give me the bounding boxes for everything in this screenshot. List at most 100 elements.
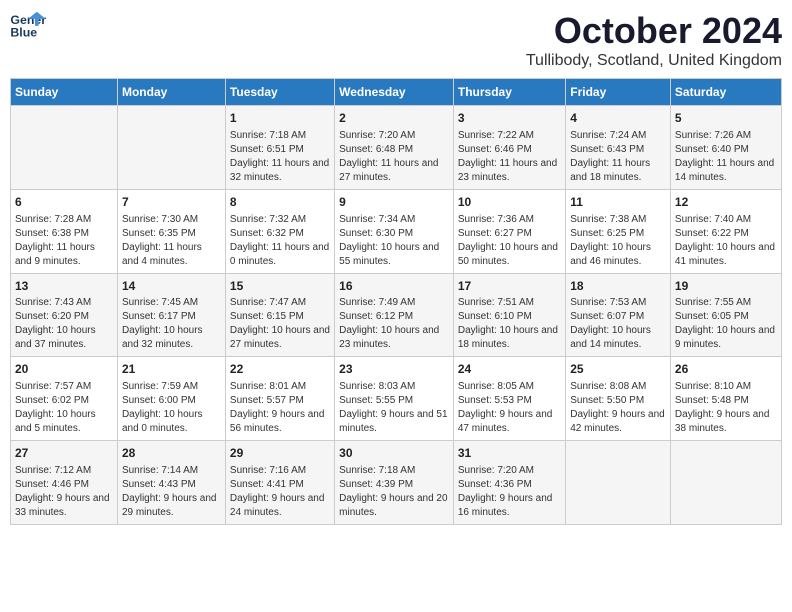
cell-content: Sunrise: 7:38 AMSunset: 6:25 PMDaylight:… [570,213,666,269]
calendar-cell: 4Sunrise: 7:24 AMSunset: 6:43 PMDaylight… [566,106,671,190]
cell-content: Sunrise: 7:18 AMSunset: 4:39 PMDaylight:… [339,464,449,520]
col-monday: Monday [117,79,225,106]
calendar-cell: 31 Sunrise: 7:20 AMSunset: 4:36 PMDayligh… [453,441,565,525]
cell-content: Sunrise: 7:20 AMSunset: 4:36 PMDaylight:… [458,464,561,520]
calendar-cell: 17Sunrise: 7:51 AMSunset: 6:10 PMDayligh… [453,273,565,357]
day-number: 25 [570,361,666,378]
day-number: 15 [230,278,330,295]
day-number: 28 [122,445,221,462]
cell-content: Sunrise: 7:28 AMSunset: 6:38 PMDaylight:… [15,213,113,269]
day-number: 1 [230,110,330,127]
calendar-cell: 27 Sunrise: 7:12 AMSunset: 4:46 PMDayligh… [11,441,118,525]
day-number: 5 [675,110,777,127]
title-area: October 2024 Tullibody, Scotland, United… [526,10,782,70]
day-number: 24 [458,361,561,378]
calendar-cell: 3 Sunrise: 7:22 AMSunset: 6:46 PMDaylight… [453,106,565,190]
calendar-cell: 2Sunrise: 7:20 AMSunset: 6:48 PMDaylight… [335,106,454,190]
cell-content: Sunrise: 7:34 AMSunset: 6:30 PMDaylight:… [339,213,449,269]
day-number: 22 [230,361,330,378]
cell-content: Sunrise: 7:45 AMSunset: 6:17 PMDaylight:… [122,296,221,352]
cell-content: Sunrise: 8:10 AMSunset: 5:48 PMDaylight:… [675,380,777,436]
week-row-3: 13Sunrise: 7:43 AMSunset: 6:20 PMDayligh… [11,273,782,357]
calendar-cell: 29 Sunrise: 7:16 AMSunset: 4:41 PMDayligh… [225,441,334,525]
day-number: 21 [122,361,221,378]
calendar-cell: 19Sunrise: 7:55 AMSunset: 6:05 PMDayligh… [670,273,781,357]
calendar-cell [117,106,225,190]
logo-icon: General Blue [10,10,46,40]
location-title: Tullibody, Scotland, United Kingdom [526,52,782,70]
cell-content: Sunrise: 7:32 AMSunset: 6:32 PMDaylight:… [230,213,330,269]
day-number: 6 [15,194,113,211]
calendar-cell: 11 Sunrise: 7:38 AMSunset: 6:25 PMDayligh… [566,189,671,273]
col-sunday: Sunday [11,79,118,106]
cell-content: Sunrise: 7:22 AMSunset: 6:46 PMDaylight:… [458,129,561,185]
cell-content: Sunrise: 8:03 AMSunset: 5:55 PMDaylight:… [339,380,449,436]
cell-content: Sunrise: 7:30 AMSunset: 6:35 PMDaylight:… [122,213,221,269]
col-saturday: Saturday [670,79,781,106]
day-number: 7 [122,194,221,211]
cell-content: Sunrise: 7:20 AMSunset: 6:48 PMDaylight:… [339,129,449,185]
day-number: 31 [458,445,561,462]
cell-content: Sunrise: 7:14 AMSunset: 4:43 PMDaylight:… [122,464,221,520]
calendar-cell: 18Sunrise: 7:53 AMSunset: 6:07 PMDayligh… [566,273,671,357]
cell-content: Sunrise: 7:51 AMSunset: 6:10 PMDaylight:… [458,296,561,352]
calendar-table: Sunday Monday Tuesday Wednesday Thursday… [10,78,782,525]
calendar-cell: 13Sunrise: 7:43 AMSunset: 6:20 PMDayligh… [11,273,118,357]
cell-content: Sunrise: 7:16 AMSunset: 4:41 PMDaylight:… [230,464,330,520]
day-number: 19 [675,278,777,295]
calendar-cell: 7 Sunrise: 7:30 AMSunset: 6:35 PMDaylight… [117,189,225,273]
day-number: 14 [122,278,221,295]
calendar-cell: 6 Sunrise: 7:28 AMSunset: 6:38 PMDaylight… [11,189,118,273]
day-number: 4 [570,110,666,127]
calendar-cell: 10 Sunrise: 7:36 AMSunset: 6:27 PMDayligh… [453,189,565,273]
logo: General Blue [10,10,46,40]
calendar-cell: 22Sunrise: 8:01 AMSunset: 5:57 PMDayligh… [225,357,334,441]
week-row-4: 20 Sunrise: 7:57 AMSunset: 6:02 PMDayligh… [11,357,782,441]
calendar-cell [670,441,781,525]
cell-content: Sunrise: 7:12 AMSunset: 4:46 PMDaylight:… [15,464,113,520]
cell-content: Sunrise: 7:53 AMSunset: 6:07 PMDaylight:… [570,296,666,352]
cell-content: Sunrise: 7:40 AMSunset: 6:22 PMDaylight:… [675,213,777,269]
calendar-cell: 16Sunrise: 7:49 AMSunset: 6:12 PMDayligh… [335,273,454,357]
calendar-cell: 12Sunrise: 7:40 AMSunset: 6:22 PMDayligh… [670,189,781,273]
col-friday: Friday [566,79,671,106]
day-number: 20 [15,361,113,378]
calendar-cell [11,106,118,190]
calendar-cell: 26 Sunrise: 8:10 AMSunset: 5:48 PMDayligh… [670,357,781,441]
day-number: 27 [15,445,113,462]
day-number: 29 [230,445,330,462]
day-number: 9 [339,194,449,211]
cell-content: Sunrise: 8:08 AMSunset: 5:50 PMDaylight:… [570,380,666,436]
cell-content: Sunrise: 7:59 AMSunset: 6:00 PMDaylight:… [122,380,221,436]
calendar-cell: 23 Sunrise: 8:03 AMSunset: 5:55 PMDayligh… [335,357,454,441]
day-number: 30 [339,445,449,462]
day-number: 26 [675,361,777,378]
calendar-cell: 8Sunrise: 7:32 AMSunset: 6:32 PMDaylight… [225,189,334,273]
cell-content: Sunrise: 7:26 AMSunset: 6:40 PMDaylight:… [675,129,777,185]
cell-content: Sunrise: 8:05 AMSunset: 5:53 PMDaylight:… [458,380,561,436]
week-row-1: 1 Sunrise: 7:18 AMSunset: 6:51 PMDaylight… [11,106,782,190]
cell-content: Sunrise: 7:43 AMSunset: 6:20 PMDaylight:… [15,296,113,352]
calendar-cell: 21 Sunrise: 7:59 AMSunset: 6:00 PMDayligh… [117,357,225,441]
calendar-cell: 9 Sunrise: 7:34 AMSunset: 6:30 PMDaylight… [335,189,454,273]
day-number: 17 [458,278,561,295]
day-number: 10 [458,194,561,211]
day-number: 3 [458,110,561,127]
calendar-cell: 30 Sunrise: 7:18 AMSunset: 4:39 PMDayligh… [335,441,454,525]
calendar-cell: 1 Sunrise: 7:18 AMSunset: 6:51 PMDaylight… [225,106,334,190]
cell-content: Sunrise: 7:18 AMSunset: 6:51 PMDaylight:… [230,129,330,185]
day-number: 13 [15,278,113,295]
cell-content: Sunrise: 7:36 AMSunset: 6:27 PMDaylight:… [458,213,561,269]
page-header: General Blue October 2024 Tullibody, Sco… [10,10,782,70]
cell-content: Sunrise: 7:47 AMSunset: 6:15 PMDaylight:… [230,296,330,352]
day-number: 16 [339,278,449,295]
week-row-5: 27 Sunrise: 7:12 AMSunset: 4:46 PMDayligh… [11,441,782,525]
calendar-cell [566,441,671,525]
week-row-2: 6 Sunrise: 7:28 AMSunset: 6:38 PMDaylight… [11,189,782,273]
calendar-cell: 5 Sunrise: 7:26 AMSunset: 6:40 PMDaylight… [670,106,781,190]
day-number: 23 [339,361,449,378]
calendar-cell: 25 Sunrise: 8:08 AMSunset: 5:50 PMDayligh… [566,357,671,441]
day-number: 11 [570,194,666,211]
header-row: Sunday Monday Tuesday Wednesday Thursday… [11,79,782,106]
cell-content: Sunrise: 7:57 AMSunset: 6:02 PMDaylight:… [15,380,113,436]
